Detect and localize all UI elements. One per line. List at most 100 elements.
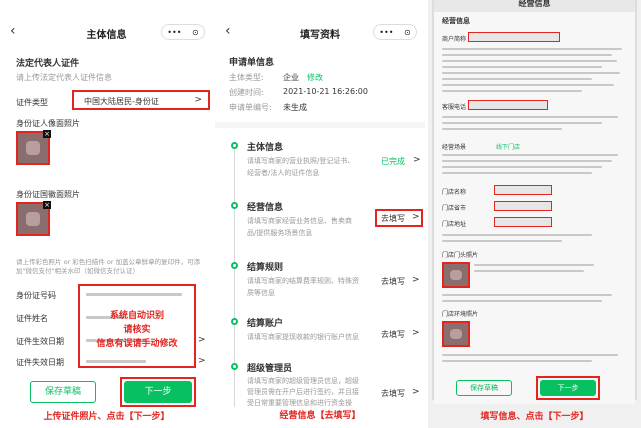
id-front-photo[interactable]: × [16,130,51,165]
label-store-address: 门店地址 [442,221,467,228]
more-icon[interactable]: ••• [167,28,181,37]
panel-fill-info: ‹ 填写资料 ••• ⊙ 申请单信息 主体类型: 企业 修改 创建时间: 202… [215,0,425,428]
chevron-right-icon: > [412,275,420,285]
close-icon[interactable]: ⊙ [404,28,411,37]
info-label: 创建时间: [229,88,264,97]
service-phone-input[interactable] [468,100,548,110]
info-label: 主体类型: [229,73,264,82]
environment-photo[interactable] [442,321,470,347]
section-hint: 请上传法定代表人证件信息 [16,73,112,82]
step-desc: 质等信息 [247,289,275,297]
step-desc: 请填写商家的超级管理员信息，超级 [247,377,359,385]
close-icon[interactable]: ⊙ [192,28,199,37]
info-value: 2021-10-21 16:26:00 [283,87,368,96]
timeline-dot [231,262,238,269]
hint-line [442,116,618,118]
short-name-input[interactable] [468,32,560,42]
hint-line [442,54,612,56]
field-label-valid-to: 证件失效日期 [16,358,64,367]
next-button[interactable]: 下一步 [124,381,192,403]
page-title: 经营信息 [518,0,551,8]
step-action[interactable]: 去填写 [381,388,405,399]
hint-line [442,78,592,80]
capsule-menu[interactable]: ••• ⊙ [161,24,205,40]
label-store-city: 门店省市 [442,205,467,212]
delete-icon[interactable]: × [43,201,51,209]
timeline-dot [231,142,238,149]
timeline-line [234,148,235,420]
step-desc: 请填写商家的营业执照/登记证书、 [247,157,355,165]
hint-line [442,72,620,74]
storefront-photo[interactable] [442,262,470,288]
overlay-line-3: 信息有误请手动修改 [96,339,178,349]
caption: 填写信息、点击【下一步】 [480,412,589,422]
timeline-dot [231,202,238,209]
id-type-select[interactable]: 中国大陆居民-身份证 > [72,90,210,110]
hint-line [442,354,618,356]
label-environment-photo: 门店环境照片 [442,311,479,318]
chevron-right-icon: > [412,328,420,338]
chevron-right-icon: > [198,335,206,345]
chevron-right-icon: > [198,356,206,366]
label-short-name: 商户简称 [442,36,467,43]
step-action[interactable]: 去填写 [381,213,405,224]
step-desc: 请填写商家的结算费率规则、特殊资 [247,277,359,285]
store-city-select[interactable] [494,201,552,211]
store-name-input[interactable] [494,185,552,195]
chevron-right-icon: > [412,387,420,397]
info-value: 未生成 [283,103,307,112]
save-draft-button[interactable]: 保存草稿 [456,380,512,396]
id-type-label: 证件类型 [16,98,48,107]
step-title: 超级管理员 [247,364,293,374]
hint-line [442,60,617,62]
step-desc: 管理员需在开户后进行签约，并且接 [247,388,359,396]
step-action[interactable]: 去填写 [381,276,405,287]
heading: 申请单信息 [229,58,275,68]
step-status-done[interactable]: 已完成 [381,156,405,167]
hint-line [442,234,592,236]
nav-bar: ‹ 主体信息 ••• ⊙ [0,20,213,44]
hint-line [442,172,592,174]
save-draft-button[interactable]: 保存草稿 [30,381,96,403]
chevron-right-icon: > [413,155,421,165]
scene-offline-checkbox[interactable]: 线下门店 [496,142,520,151]
step-title: 经营信息 [247,203,284,213]
hint-line [442,122,602,124]
hint-line [442,128,562,130]
label-storefront-photo: 门店门头照片 [442,252,479,259]
label-store-name: 门店名称 [442,189,467,196]
chevron-right-icon: > [412,212,420,222]
info-value: 企业 [283,73,299,82]
upload-hint: 请上传彩色照片 or 彩色扫描件 or 加盖公章鲜章的复印件，可添加"微信支付"… [16,258,201,275]
modify-link[interactable]: 修改 [307,72,323,83]
id-back-photo[interactable]: × [16,201,51,236]
hint-line [474,264,594,266]
delete-icon[interactable]: × [43,130,51,138]
hint-line [442,48,622,50]
step-desc: 经营者/法人的证件信息 [247,169,320,177]
next-button[interactable]: 下一步 [540,380,596,396]
form-card: 经营信息 商户简称 客服电话 经营场景 线下门店 门店名称 门店省市 门店地址 … [434,12,635,404]
overlay-line-1: 系统自动识别 [109,311,164,321]
capsule-menu[interactable]: ••• ⊙ [373,24,417,40]
more-icon[interactable]: ••• [379,28,393,37]
hint-line [442,84,614,86]
info-label: 申请单编号: [229,103,272,112]
hint-line [442,300,602,302]
hint-line [442,294,612,296]
photo-front-label: 身份证人像面照片 [16,119,80,128]
label-scene: 经营场景 [442,144,467,151]
overlay-line-2: 请核实 [123,325,151,335]
field-label-valid-from: 证件生效日期 [16,337,64,346]
field-label-id-number: 身份证号码 [16,291,56,300]
step-action[interactable]: 去填写 [381,329,405,340]
divider [215,122,425,128]
id-type-value: 中国大陆居民-身份证 [84,97,159,106]
hint-line [442,90,582,92]
photo-back-label: 身份证国徽面照片 [16,190,80,199]
chevron-right-icon: > [194,95,202,105]
step-title: 结算规则 [247,263,284,273]
store-address-input[interactable] [494,217,552,227]
step-title: 结算账户 [247,319,284,329]
section-title: 法定代表人证件 [16,59,80,69]
